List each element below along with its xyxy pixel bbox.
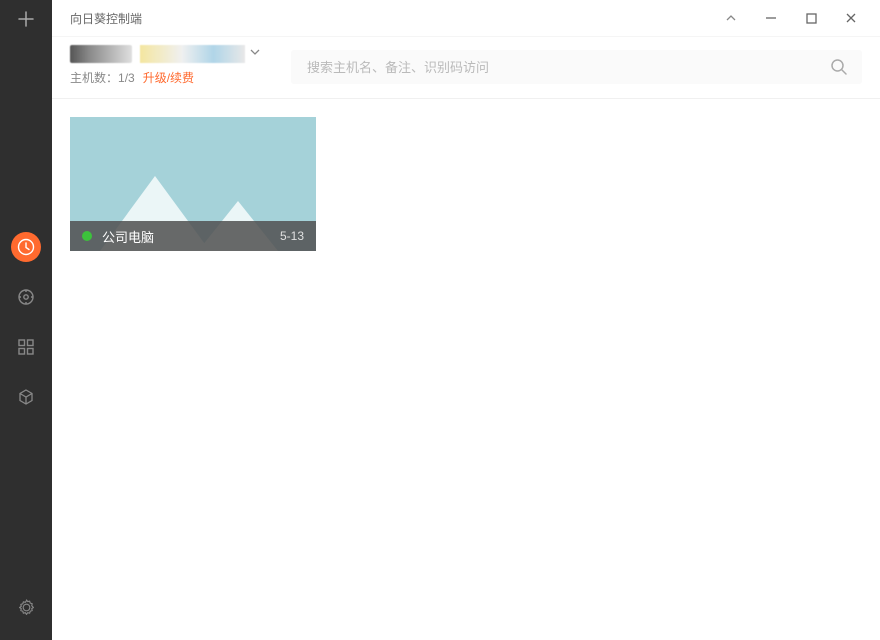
avatar — [70, 45, 132, 63]
upgrade-link[interactable]: 升级/续费 — [143, 69, 194, 86]
minimize-icon — [765, 12, 777, 24]
plus-icon — [16, 9, 36, 29]
host-count-value: 1/3 — [118, 71, 135, 85]
settings-button[interactable] — [11, 592, 41, 622]
sidebar-discover[interactable] — [11, 282, 41, 312]
add-button[interactable] — [0, 0, 52, 37]
sidebar-apps[interactable] — [11, 332, 41, 362]
status-indicator — [82, 231, 92, 241]
cube-icon — [17, 388, 35, 406]
app-title: 向日葵控制端 — [70, 10, 142, 27]
minimize-button[interactable] — [764, 11, 778, 25]
clock-icon — [17, 238, 35, 256]
user-dropdown[interactable] — [249, 45, 261, 63]
content-area: 公司电脑 5-13 — [52, 99, 880, 640]
maximize-icon — [806, 13, 817, 24]
chevron-down-icon — [249, 46, 261, 58]
sidebar-recent[interactable] — [11, 232, 41, 262]
sidebar-cube[interactable] — [11, 382, 41, 412]
host-date: 5-13 — [280, 229, 304, 243]
main-area: 向日葵控制端 — [52, 0, 880, 640]
titlebar: 向日葵控制端 — [52, 0, 880, 37]
collapse-button[interactable] — [724, 11, 738, 25]
close-icon — [845, 12, 857, 24]
host-card[interactable]: 公司电脑 5-13 — [70, 117, 316, 251]
header: 主机数：1/3 升级/续费 — [52, 37, 880, 99]
host-count-label: 主机数： — [70, 71, 118, 85]
username-blur — [140, 45, 245, 63]
chevron-up-icon — [725, 12, 737, 24]
search-input[interactable] — [291, 50, 862, 84]
gear-icon — [17, 598, 36, 617]
close-button[interactable] — [844, 11, 858, 25]
maximize-button[interactable] — [804, 11, 818, 25]
grid-icon — [17, 338, 35, 356]
search-button[interactable] — [830, 58, 848, 81]
sidebar — [0, 0, 52, 640]
location-icon — [17, 288, 35, 306]
host-name: 公司电脑 — [102, 227, 280, 246]
search-icon — [830, 58, 848, 76]
